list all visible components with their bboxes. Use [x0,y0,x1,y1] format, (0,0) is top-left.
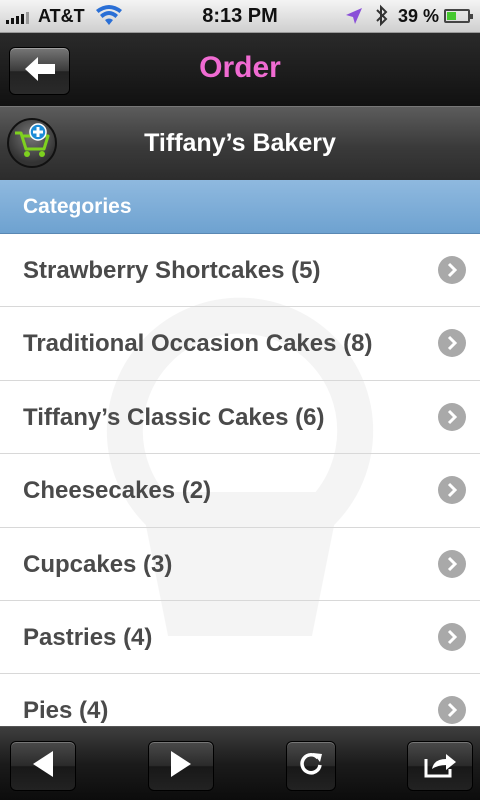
chevron-right-icon [438,622,466,651]
category-label: Tiffany’s Classic Cakes (6) [23,403,325,431]
browser-back-button[interactable] [10,741,76,791]
nav-header: Order [0,33,480,106]
list-item[interactable]: Traditional Occasion Cakes (8) [0,307,480,381]
chevron-right-icon [438,549,466,578]
category-list: Strawberry Shortcakes (5) Traditional Oc… [0,234,480,726]
forward-arrow-icon [169,749,193,784]
category-label: Pies (4) [23,697,109,725]
list-item[interactable]: Cheesecakes (2) [0,454,480,528]
category-label: Pastries (4) [23,623,153,651]
share-icon [422,749,458,784]
refresh-button[interactable] [286,741,336,791]
category-label: Cupcakes (3) [23,550,173,578]
bluetooth-icon [374,4,390,34]
back-arrow-icon [31,749,55,784]
categories-header: Categories [0,180,480,234]
chevron-right-icon [438,256,466,284]
browser-forward-button[interactable] [148,741,214,791]
category-label: Traditional Occasion Cakes (8) [23,330,373,358]
chevron-right-icon [438,329,466,358]
category-label: Strawberry Shortcakes (5) [23,257,321,284]
battery-icon [444,9,473,23]
status-bar: AT&T 8:13 PM 39 % [0,0,480,33]
store-header: Tiffany’s Bakery [0,106,480,180]
chevron-right-icon [438,696,466,725]
chevron-right-icon [438,476,466,505]
chevron-right-icon [438,402,466,431]
refresh-icon [297,750,325,783]
store-name: Tiffany’s Bakery [144,129,336,157]
list-item[interactable]: Strawberry Shortcakes (5) [0,234,480,308]
list-item[interactable]: Pies (4) [0,674,480,726]
list-item[interactable]: Tiffany’s Classic Cakes (6) [0,380,480,455]
location-icon [344,6,364,32]
page-title: Order [199,51,281,84]
share-button[interactable] [407,741,473,791]
category-label: Cheesecakes (2) [23,477,212,505]
list-item[interactable]: Pastries (4) [0,600,480,675]
list-item[interactable]: Cupcakes (3) [0,527,480,601]
battery-percent: 39 % [398,6,440,26]
bottom-toolbar [0,726,480,800]
